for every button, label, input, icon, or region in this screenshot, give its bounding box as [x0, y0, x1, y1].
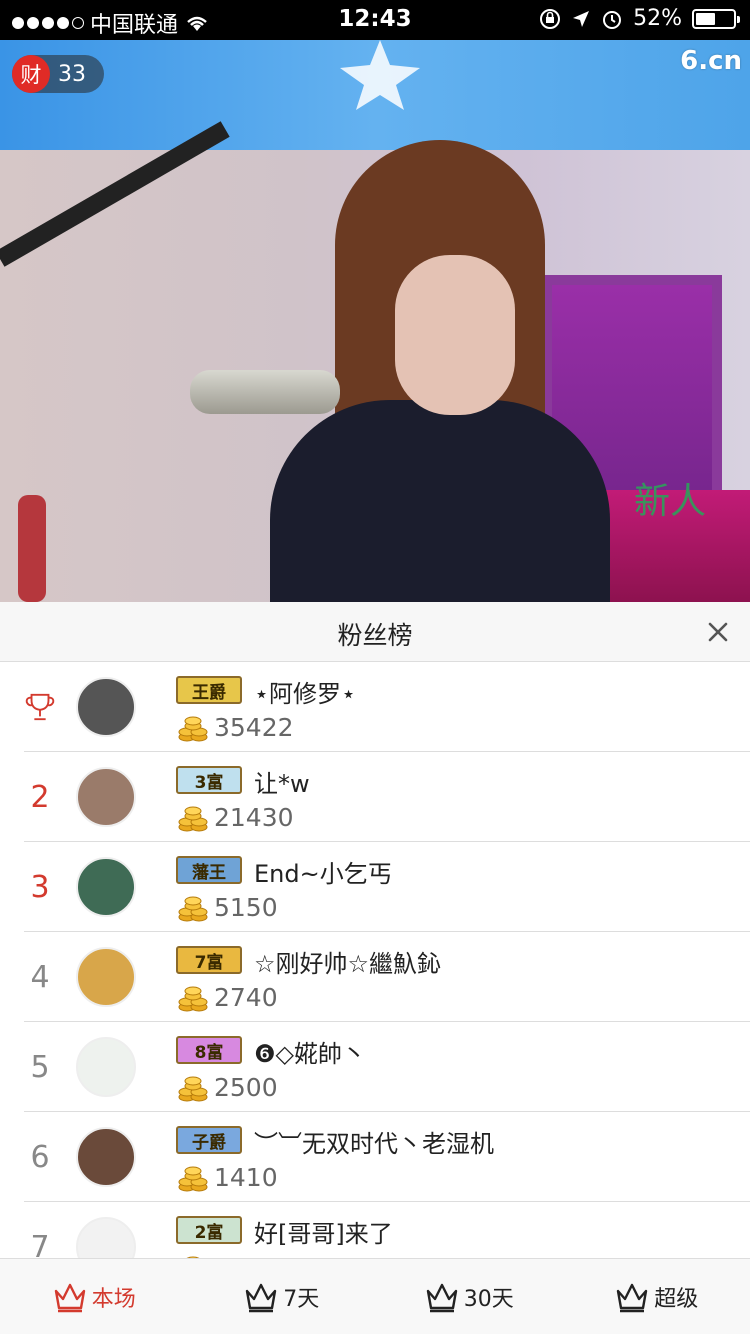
rank-number: 5 — [30, 1049, 50, 1085]
coin-icon — [178, 1166, 208, 1192]
live-video[interactable]: 财 33 6.cn 新人 — [0, 40, 750, 602]
fan-row[interactable]: 5 8富 ❻◇婲帥丶 2500 — [24, 1022, 750, 1112]
rank-number: 2 — [30, 779, 50, 815]
alarm-icon — [603, 10, 622, 29]
avatar[interactable] — [76, 767, 136, 827]
crown-icon — [426, 1283, 457, 1312]
fan-name: End~小乞丐 — [254, 860, 392, 888]
star-decoration-icon — [340, 40, 420, 110]
rank-number — [24, 662, 56, 752]
trophy-icon — [25, 693, 55, 721]
rank-number: 4 — [30, 959, 50, 995]
ranking-tab-bar: 本场 7天 30天 超级 — [0, 1258, 750, 1334]
coin-icon — [178, 1076, 208, 1102]
avatar[interactable] — [76, 857, 136, 917]
crown-icon — [54, 1283, 85, 1312]
avatar[interactable] — [76, 947, 136, 1007]
close-button[interactable] — [700, 614, 736, 650]
level-badge: 王爵 — [176, 676, 242, 704]
fan-name: 好[哥哥]来了 — [254, 1220, 393, 1248]
panel-title: 粉丝榜 — [337, 621, 413, 650]
score-value: 2500 — [214, 1073, 278, 1102]
tab-2[interactable]: 7天 — [188, 1259, 376, 1334]
tab-label: 30天 — [463, 1286, 514, 1312]
fan-row[interactable]: 3 藩王 End~小乞丐 5150 — [24, 842, 750, 932]
coin-icon — [178, 896, 208, 922]
rich-badge[interactable]: 财 33 — [12, 55, 104, 93]
streamer-face — [395, 255, 515, 415]
fans-panel-header: 粉丝榜 — [0, 602, 750, 662]
fan-name: 让*w — [254, 770, 310, 798]
battery-icon — [692, 8, 740, 29]
level-badge: 子爵 — [176, 1126, 242, 1154]
score-value: 5150 — [214, 893, 278, 922]
status-bar: 中国联通 12:43 52% — [0, 0, 750, 40]
coin-icon — [178, 806, 208, 832]
level-badge: 2富 — [176, 1216, 242, 1244]
level-badge: 3富 — [176, 766, 242, 794]
location-arrow-icon — [573, 10, 590, 27]
fan-name: ❻◇婲帥丶 — [254, 1040, 366, 1068]
level-badge: 7富 — [176, 946, 242, 974]
microphone — [190, 370, 340, 414]
avatar[interactable] — [76, 1037, 136, 1097]
crown-icon — [246, 1283, 277, 1312]
status-right: 52% — [539, 6, 740, 31]
fan-name: ☆刚好帅☆繼魞鈊 — [254, 950, 442, 978]
rank-number: 7 — [30, 1229, 50, 1259]
streamer-body — [270, 400, 610, 602]
fan-row[interactable]: 6 子爵 ︶︺无双时代丶老湿机 1410 — [24, 1112, 750, 1202]
coin-icon — [178, 716, 208, 742]
fan-row[interactable]: 4 7富 ☆刚好帅☆繼魞鈊 2740 — [24, 932, 750, 1022]
close-icon — [708, 622, 728, 642]
video-bedpost — [18, 495, 46, 602]
avatar[interactable] — [76, 1127, 136, 1187]
rank-number: 3 — [30, 869, 50, 905]
avatar[interactable] — [76, 677, 136, 737]
tab-label: 超级 — [654, 1286, 699, 1312]
crown-icon — [617, 1283, 648, 1312]
avatar[interactable] — [76, 1217, 136, 1258]
tab-label: 7天 — [283, 1286, 320, 1312]
fan-row[interactable]: 2 3富 让*w 21430 — [24, 752, 750, 842]
rotation-lock-icon — [540, 8, 561, 29]
coin-icon — [178, 986, 208, 1012]
rich-count: 33 — [58, 61, 86, 87]
video-watermark: 新人 — [634, 481, 707, 522]
tab-1[interactable]: 本场 — [0, 1259, 188, 1334]
rank-number: 6 — [30, 1139, 50, 1175]
fan-row[interactable]: 7 2富 好[哥哥]来了 — [24, 1202, 750, 1258]
tab-4[interactable]: 超级 — [563, 1259, 750, 1334]
battery-percent: 52% — [633, 6, 682, 31]
score-value: 1410 — [214, 1163, 278, 1192]
level-badge: 8富 — [176, 1036, 242, 1064]
fan-row[interactable]: 王爵 ⋆阿修罗⋆ 35422 — [24, 662, 750, 752]
tab-3[interactable]: 30天 — [375, 1259, 563, 1334]
score-value: 21430 — [214, 803, 294, 832]
tab-label: 本场 — [91, 1286, 136, 1312]
fans-list[interactable]: 王爵 ⋆阿修罗⋆ 35422 2 3富 让*w 21430 3 藩王 End~小… — [0, 662, 750, 1258]
score-value: 35422 — [214, 713, 294, 742]
fan-name: ︶︺无双时代丶老湿机 — [254, 1130, 494, 1158]
fan-name: ⋆阿修罗⋆ — [254, 680, 357, 708]
level-badge: 藩王 — [176, 856, 242, 884]
rich-icon: 财 — [12, 55, 50, 93]
site-logo: 6.cn — [680, 46, 742, 76]
score-value: 2740 — [214, 983, 278, 1012]
